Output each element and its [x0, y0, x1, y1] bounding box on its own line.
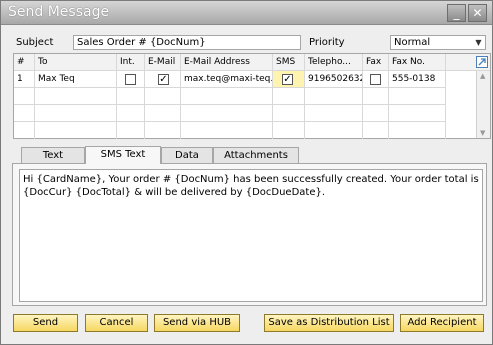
empty-row-cell [181, 122, 273, 139]
title-bar: Send Message _ ✕ [1, 1, 492, 25]
col-header-int: Int. [117, 54, 145, 71]
recipients-grid: # To Int. E-Mail E-Mail Address SMS Tele… [13, 53, 491, 139]
empty-row-cell [181, 88, 273, 105]
row-to[interactable]: Max Teq [35, 71, 117, 88]
empty-row-cell [305, 122, 363, 139]
scroll-down-icon[interactable]: ▼ [480, 129, 485, 137]
col-header-telephone: Telepho... [305, 54, 363, 71]
tab-data[interactable]: Data [161, 147, 213, 163]
close-button[interactable]: ✕ [468, 4, 487, 22]
send-via-hub-button[interactable]: Send via HUB [154, 314, 240, 332]
fax-checkbox[interactable] [370, 74, 381, 85]
col-header-fax-no: Fax No. [389, 54, 446, 71]
sms-text-area[interactable]: Hi {CardName}, Your order # {DocNum} has… [19, 169, 483, 302]
empty-row-cell [273, 122, 305, 139]
chevron-down-icon: ▼ [475, 38, 482, 47]
priority-label: Priority [309, 37, 345, 48]
row-num: 1 [14, 71, 35, 88]
subject-input[interactable]: Sales Order # {DocNum} [73, 35, 301, 50]
expand-arrow-icon[interactable] [476, 56, 488, 68]
grid-header-filler [446, 54, 490, 71]
send-button[interactable]: Send [13, 314, 78, 332]
empty-row-cell [389, 88, 446, 105]
empty-row-cell [145, 122, 181, 139]
empty-row-cell [273, 105, 305, 122]
row-telephone[interactable]: 919650263200 [305, 71, 363, 88]
window-title: Send Message [8, 4, 110, 20]
empty-row-cell [14, 88, 35, 105]
send-message-window: Send Message _ ✕ Subject Sales Order # {… [0, 0, 493, 345]
empty-row-cell [14, 105, 35, 122]
email-checkbox[interactable] [158, 74, 169, 85]
empty-row-cell [305, 105, 363, 122]
empty-row-cell [181, 105, 273, 122]
empty-row-cell [117, 88, 145, 105]
col-header-to: To [35, 54, 117, 71]
col-header-num: # [14, 54, 35, 71]
tab-text[interactable]: Text [21, 147, 85, 163]
empty-row-cell [145, 88, 181, 105]
minimize-button[interactable]: _ [447, 4, 466, 22]
tab-panel: Hi {CardName}, Your order # {DocNum} has… [12, 163, 487, 306]
tab-attachments[interactable]: Attachments [213, 147, 299, 163]
empty-row-cell [35, 88, 117, 105]
grid-scrollbar[interactable]: ▲ ▼ [476, 71, 490, 138]
subject-label: Subject [16, 37, 54, 48]
empty-row-cell [35, 122, 117, 139]
scroll-up-icon[interactable]: ▲ [480, 72, 485, 80]
col-header-fax: Fax [363, 54, 389, 71]
sms-checkbox[interactable] [282, 74, 293, 85]
row-email-cell [145, 71, 181, 88]
add-recipient-button[interactable]: Add Recipient [400, 314, 484, 332]
empty-row-cell [145, 105, 181, 122]
empty-row-cell [117, 105, 145, 122]
tab-sms-text[interactable]: SMS Text [85, 146, 161, 164]
col-header-sms: SMS [273, 54, 305, 71]
row-sms-cell [273, 71, 305, 88]
row-int-cell [117, 71, 145, 88]
empty-row-cell [389, 122, 446, 139]
col-header-email-address: E-Mail Address [181, 54, 273, 71]
empty-row-cell [363, 88, 389, 105]
empty-row-cell [14, 122, 35, 139]
empty-row-cell [117, 122, 145, 139]
row-fax-no[interactable]: 555-0138 [389, 71, 446, 88]
int-checkbox[interactable] [125, 74, 136, 85]
empty-row-cell [389, 105, 446, 122]
col-header-email: E-Mail [145, 54, 181, 71]
empty-row-cell [363, 105, 389, 122]
empty-row-cell [273, 88, 305, 105]
priority-value: Normal [394, 37, 431, 48]
row-fax-cell [363, 71, 389, 88]
empty-row-cell [363, 122, 389, 139]
empty-row-cell [35, 105, 117, 122]
save-as-distribution-list-button[interactable]: Save as Distribution List [264, 314, 394, 332]
row-email-address[interactable]: max.teq@maxi-teq.sap [181, 71, 273, 88]
empty-row-cell [305, 88, 363, 105]
cancel-button[interactable]: Cancel [85, 314, 148, 332]
priority-select[interactable]: Normal ▼ [390, 35, 486, 50]
